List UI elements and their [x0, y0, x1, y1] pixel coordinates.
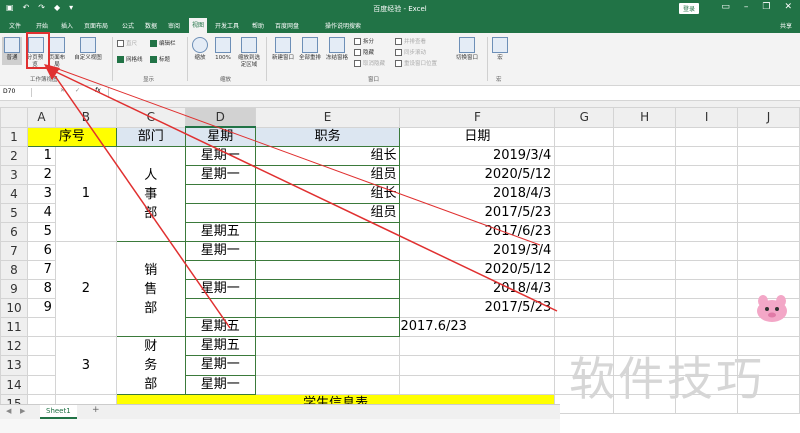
highlight-box — [26, 32, 50, 69]
annotation-overlay — [26, 32, 558, 329]
annotation-arrow-line — [49, 65, 541, 246]
annotation-arrow-line — [51, 69, 558, 312]
